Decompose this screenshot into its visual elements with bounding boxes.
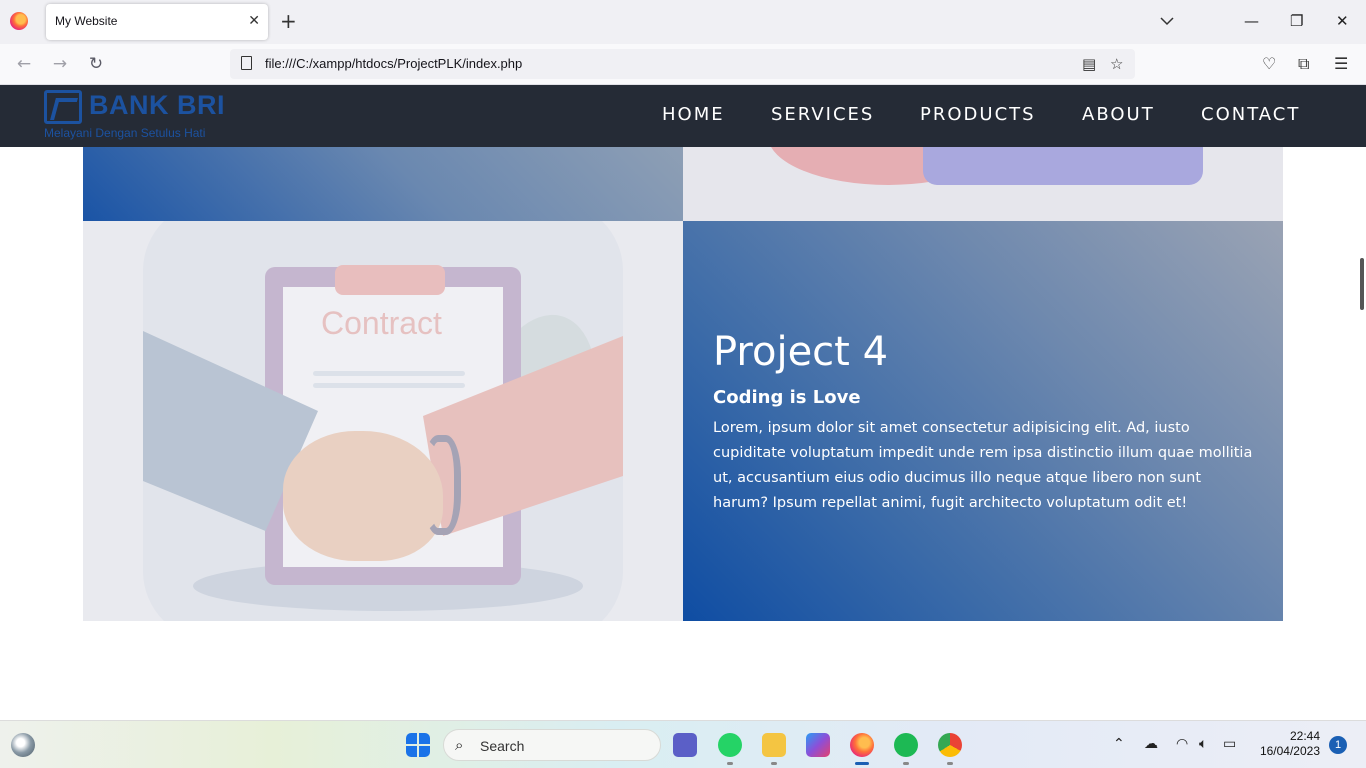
logo-text[interactable]: BANK BRI	[89, 90, 225, 121]
close-window-button[interactable]: ✕	[1336, 12, 1349, 30]
browser-nav-bar: ← → ↻ file:///C:/xampp/htdocs/ProjectPLK…	[0, 44, 1366, 85]
menu-hamburger-icon[interactable]: ☰	[1334, 54, 1348, 73]
project-image: Contract	[83, 221, 683, 621]
battery-icon[interactable]: ▭	[1223, 736, 1236, 752]
nav-about[interactable]: ABOUT	[1082, 104, 1155, 125]
reader-view-icon[interactable]: ▤	[1082, 55, 1096, 73]
search-placeholder: Search	[480, 738, 525, 754]
project-text-panel: Project 4 Coding is Love Lorem, ipsum do…	[683, 221, 1283, 621]
browser-tab[interactable]: My Website ✕	[46, 4, 268, 40]
project-subtitle: Coding is Love	[713, 387, 861, 408]
reload-icon[interactable]: ↻	[86, 54, 106, 74]
tab-close-icon[interactable]: ✕	[248, 12, 260, 30]
running-indicator	[947, 762, 953, 765]
teams-meet-icon[interactable]	[673, 733, 697, 757]
browser-tab-bar: My Website ✕ + — ❐ ✕	[0, 0, 1366, 44]
taskbar: ⌕ Search ⌃ ☁ ◠ 🔈︎ ▭ 22:44 16/04/2023 1	[0, 720, 1366, 768]
clock-date: 16/04/2023	[1259, 744, 1320, 758]
site-header: BANK BRI Melayani Dengan Setulus Hati HO…	[0, 85, 1366, 147]
illustration-shape	[923, 147, 1203, 185]
previous-project-image	[683, 147, 1283, 221]
url-text[interactable]: file:///C:/xampp/htdocs/ProjectPLK/index…	[265, 56, 522, 71]
restore-button[interactable]: ❐	[1290, 12, 1303, 30]
nav-services[interactable]: SERVICES	[771, 104, 874, 125]
nav-home[interactable]: HOME	[662, 104, 725, 125]
running-indicator	[771, 762, 777, 765]
new-tab-button[interactable]: +	[280, 10, 297, 32]
nav-products[interactable]: PRODUCTS	[920, 104, 1036, 125]
weather-widget-icon[interactable]	[11, 733, 35, 757]
website-viewport: BANK BRI Melayani Dengan Setulus Hati HO…	[0, 85, 1366, 720]
clock-time: 22:44	[1289, 729, 1320, 743]
active-indicator	[855, 762, 869, 765]
project-title: Project 4	[713, 329, 889, 375]
tab-title: My Website	[55, 14, 118, 28]
page-icon	[241, 56, 252, 70]
list-all-tabs-icon[interactable]	[1160, 14, 1174, 28]
onedrive-sync-icon[interactable]: ☁	[1144, 736, 1158, 752]
project-description: Lorem, ipsum dolor sit amet consectetur …	[713, 420, 1253, 511]
file-explorer-icon[interactable]	[762, 733, 786, 757]
minimize-button[interactable]: —	[1244, 12, 1259, 30]
copilot-icon[interactable]	[806, 733, 830, 757]
bank-logo-icon[interactable]	[44, 90, 82, 124]
firefox-icon[interactable]	[10, 12, 28, 30]
nav-contact[interactable]: CONTACT	[1201, 104, 1300, 125]
running-indicator	[727, 762, 733, 765]
spotify-icon[interactable]	[894, 733, 918, 757]
chrome-icon[interactable]	[938, 733, 962, 757]
firefox-taskbar-icon[interactable]	[850, 733, 874, 757]
logo-tagline: Melayani Dengan Setulus Hati	[44, 126, 206, 140]
notification-badge[interactable]: 1	[1329, 736, 1347, 754]
windows-start-icon[interactable]	[406, 733, 430, 757]
url-bar[interactable]: file:///C:/xampp/htdocs/ProjectPLK/index…	[230, 49, 1135, 79]
image-overlay	[83, 221, 683, 621]
forward-arrow-icon[interactable]: →	[50, 54, 70, 74]
whatsapp-icon[interactable]	[718, 733, 742, 757]
wifi-icon[interactable]: ◠	[1176, 736, 1188, 752]
page-scrollbar[interactable]	[1360, 258, 1364, 310]
taskbar-search-box[interactable]: ⌕ Search	[443, 729, 661, 761]
volume-icon[interactable]: 🔈︎	[1199, 736, 1207, 752]
pocket-icon[interactable]: ♡	[1262, 54, 1276, 73]
search-icon: ⌕	[455, 736, 464, 754]
previous-project-panel	[83, 147, 683, 221]
extensions-icon[interactable]: ⧉	[1298, 54, 1309, 74]
back-arrow-icon[interactable]: ←	[14, 54, 34, 74]
running-indicator	[903, 762, 909, 765]
chevron-up-icon[interactable]: ⌃	[1113, 736, 1125, 752]
taskbar-clock[interactable]: 22:44 16/04/2023	[1248, 729, 1320, 759]
bookmark-star-icon[interactable]: ☆	[1110, 55, 1123, 73]
